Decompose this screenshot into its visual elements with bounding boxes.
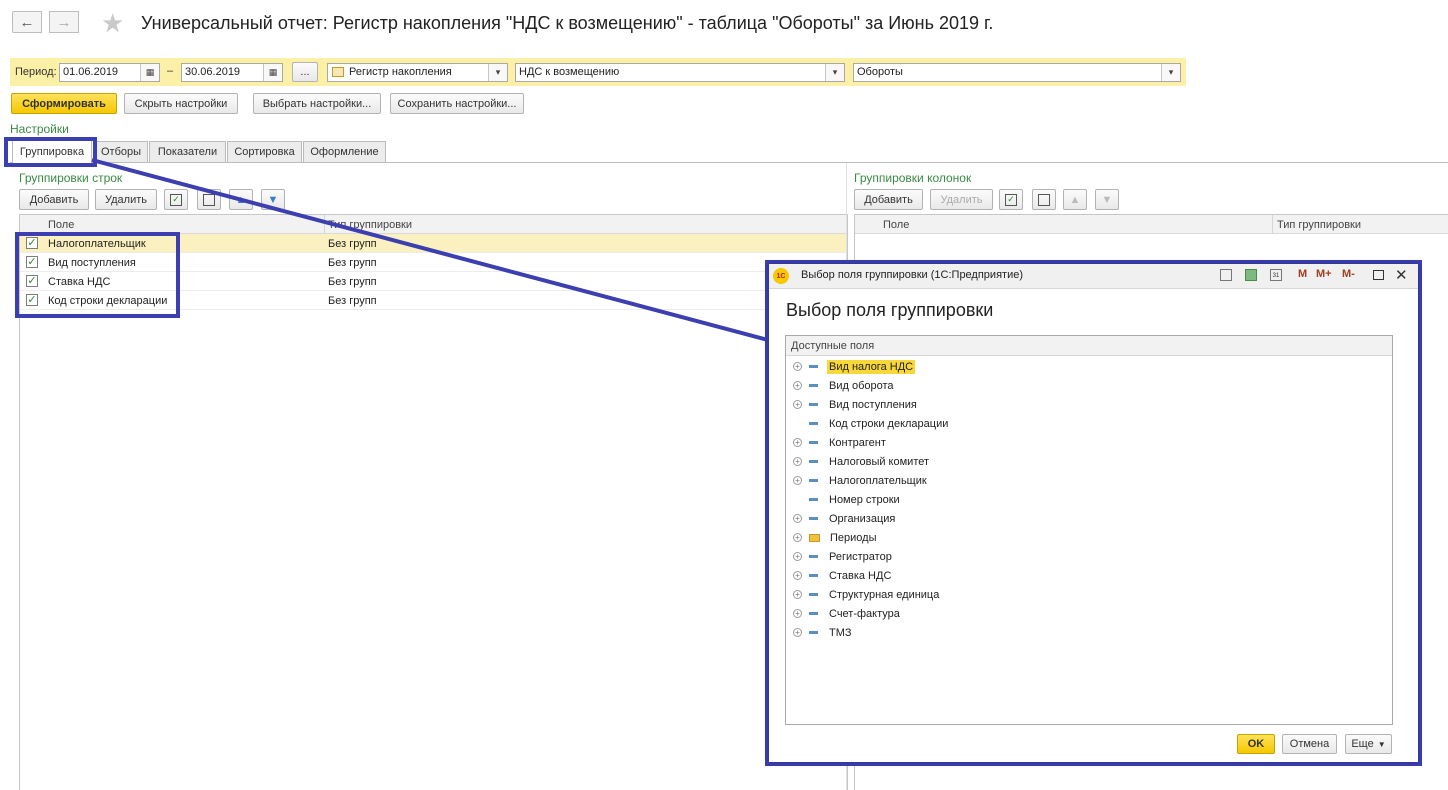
maximize-icon[interactable] xyxy=(1373,270,1384,280)
field-icon xyxy=(809,365,818,368)
tree-item[interactable]: + ТМЗ xyxy=(793,623,854,642)
available-fields-tree: Доступные поля + Вид налога НДС + Вид оборо… xyxy=(785,335,1393,725)
tree-item-label: Номер строки xyxy=(829,493,900,506)
tree-item[interactable]: + Счет-фактура xyxy=(793,604,902,623)
tree-item[interactable]: + Налогоплательщик xyxy=(793,471,929,490)
tree-item[interactable]: + Организация xyxy=(793,509,897,528)
field-icon xyxy=(809,441,818,444)
expand-icon[interactable]: + xyxy=(793,457,802,466)
tree-item[interactable]: + Контрагент xyxy=(793,433,888,452)
dialog-titlebar: 1С Выбор поля группировки (1С:Предприяти… xyxy=(769,264,1418,289)
tree-body: + Вид налога НДС + Вид оборота + Вид поступле… xyxy=(793,357,1383,717)
tree-header: Доступные поля xyxy=(786,336,1392,356)
field-icon xyxy=(809,479,818,482)
more-button[interactable]: Еще ▼ xyxy=(1345,734,1392,754)
field-icon xyxy=(809,384,818,387)
close-icon[interactable]: ✕ xyxy=(1395,266,1408,284)
field-icon xyxy=(809,574,818,577)
dialog-window-title: Выбор поля группировки (1С:Предприятие) xyxy=(801,269,1023,281)
memory-minus-button[interactable]: M- xyxy=(1342,268,1355,280)
expand-icon[interactable]: + xyxy=(793,533,802,542)
memory-plus-button[interactable]: M+ xyxy=(1316,268,1332,280)
tree-item[interactable]: + Структурная единица xyxy=(793,585,941,604)
dialog-heading: Выбор поля группировки xyxy=(786,300,994,320)
tree-item-label: Организация xyxy=(829,512,896,525)
tree-item-label: Налоговый комитет xyxy=(829,455,930,468)
tree-item-label: Счет-фактура xyxy=(829,607,900,620)
field-icon xyxy=(809,631,818,634)
tree-item[interactable]: Номер строки xyxy=(793,490,902,509)
calculator-icon[interactable] xyxy=(1245,269,1257,281)
field-icon xyxy=(809,498,818,501)
expand-icon[interactable]: + xyxy=(793,552,802,561)
tree-item[interactable]: + Периоды xyxy=(793,528,879,547)
callout-line-stroke xyxy=(91,158,769,342)
expand-icon[interactable]: + xyxy=(793,590,802,599)
expand-icon[interactable]: + xyxy=(793,381,802,390)
tree-item[interactable]: + Налоговый комитет xyxy=(793,452,931,471)
memory-button[interactable]: M xyxy=(1298,268,1307,280)
expand-icon[interactable]: + xyxy=(793,438,802,447)
field-icon xyxy=(809,555,818,558)
tree-item-label: Контрагент xyxy=(829,436,886,449)
tree-item-label: Налогоплательщик xyxy=(829,474,927,487)
tree-item-label: Вид налога НДС xyxy=(827,359,916,374)
tree-item-label: Периоды xyxy=(830,531,877,544)
print-icon[interactable] xyxy=(1220,269,1232,281)
expand-icon[interactable]: + xyxy=(793,400,802,409)
expand-icon[interactable]: + xyxy=(793,362,802,371)
field-icon xyxy=(809,612,818,615)
expand-icon[interactable]: + xyxy=(793,609,802,618)
tree-item-label: Ставка НДС xyxy=(829,569,892,582)
ok-button[interactable]: OK xyxy=(1237,734,1275,754)
more-label: Еще xyxy=(1351,738,1374,750)
tree-item[interactable]: + Вид оборота xyxy=(793,376,896,395)
field-selection-dialog: 1С Выбор поля группировки (1С:Предприяти… xyxy=(769,264,1418,762)
tree-item[interactable]: Код строки декларации xyxy=(793,414,950,433)
tree-item-label: Вид поступления xyxy=(829,398,917,411)
folder-icon xyxy=(809,533,820,542)
expand-icon[interactable]: + xyxy=(793,571,802,580)
tree-item-label: Вид оборота xyxy=(829,379,894,392)
field-icon xyxy=(809,422,818,425)
cancel-button[interactable]: Отмена xyxy=(1282,734,1337,754)
tree-item-label: Код строки декларации xyxy=(829,417,949,430)
app-logo-icon: 1С xyxy=(773,268,789,284)
field-icon xyxy=(809,460,818,463)
tree-item[interactable]: + Вид налога НДС xyxy=(793,357,916,376)
chevron-down-icon: ▼ xyxy=(1377,739,1386,749)
field-icon xyxy=(809,517,818,520)
expand-icon[interactable]: + xyxy=(793,514,802,523)
expand-icon[interactable]: + xyxy=(793,476,802,485)
tree-item-label: Регистратор xyxy=(829,550,892,563)
expand-icon[interactable]: + xyxy=(793,628,802,637)
tree-item[interactable]: + Вид поступления xyxy=(793,395,919,414)
tree-item[interactable]: + Регистратор xyxy=(793,547,894,566)
tree-item-label: Структурная единица xyxy=(829,588,940,601)
calendar-icon[interactable]: 31 xyxy=(1270,269,1282,281)
tree-item[interactable]: + Ставка НДС xyxy=(793,566,893,585)
field-icon xyxy=(809,403,818,406)
field-icon xyxy=(809,593,818,596)
tree-item-label: ТМЗ xyxy=(829,626,852,639)
